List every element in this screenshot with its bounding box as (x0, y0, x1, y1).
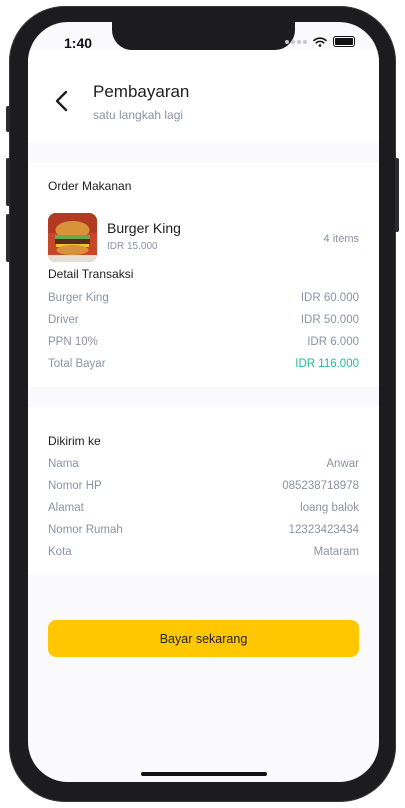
signal-icon (285, 39, 307, 44)
transaction-row: Burger King IDR 60.000 (48, 292, 359, 304)
page-title: Pembayaran (93, 82, 190, 101)
app-screen: 1:40 Pembayaran satu langkah lagi Order … (28, 22, 379, 782)
row-label: Kota (48, 546, 72, 558)
home-indicator[interactable] (141, 772, 267, 776)
delivery-card: Dikirim ke Nama Anwar Nomor HP 085238718… (28, 407, 379, 575)
row-label: Alamat (48, 502, 84, 514)
total-row: Total Bayar IDR 116.000 (48, 358, 359, 370)
food-name: Burger King (107, 220, 181, 236)
row-label: Nomor HP (48, 480, 102, 492)
row-label: Driver (48, 314, 79, 326)
total-value: IDR 116.000 (295, 358, 359, 370)
row-label: PPN 10% (48, 336, 98, 348)
transaction-row: Driver IDR 50.000 (48, 314, 359, 326)
page-header: Pembayaran satu langkah lagi (28, 50, 379, 143)
delivery-row: Nomor Rumah 12323423434 (48, 524, 359, 536)
battery-icon (333, 36, 355, 47)
order-card: Order Makanan Burger King IDR 15.000 4 i… (28, 163, 379, 387)
wifi-icon (313, 36, 327, 47)
volume-up-button (6, 158, 10, 206)
row-label: Nomor Rumah (48, 524, 123, 536)
power-button (395, 158, 399, 232)
row-label: Nama (48, 458, 79, 470)
transaction-section-label: Detail Transaksi (48, 267, 134, 281)
delivery-section-label: Dikirim ke (48, 434, 101, 448)
row-value: 12323423434 (288, 524, 359, 536)
delivery-row: Nama Anwar (48, 458, 359, 470)
row-value: Mataram (313, 546, 359, 558)
row-label: Burger King (48, 292, 109, 304)
volume-down-button (6, 214, 10, 262)
mute-switch (6, 106, 10, 132)
delivery-row: Nomor HP 085238718978 (48, 480, 359, 492)
row-value: loang balok (300, 502, 359, 514)
notch (112, 22, 295, 50)
burger-image (48, 213, 97, 262)
food-count: 4 items (323, 233, 359, 245)
order-section-label: Order Makanan (48, 179, 132, 193)
row-value: Anwar (326, 458, 359, 470)
back-arrow-icon[interactable] (52, 90, 72, 112)
status-time: 1:40 (64, 35, 93, 51)
row-value: 085238718978 (282, 480, 359, 492)
pay-now-button[interactable]: Bayar sekarang (48, 620, 359, 657)
transaction-row: PPN 10% IDR 6.000 (48, 336, 359, 348)
page-subtitle: satu langkah lagi (93, 108, 184, 122)
delivery-row: Kota Mataram (48, 546, 359, 558)
food-price: IDR 15.000 (107, 241, 158, 252)
status-icons (285, 36, 355, 47)
row-value: IDR 50.000 (300, 314, 359, 326)
total-label: Total Bayar (48, 358, 106, 370)
delivery-row: Alamat loang balok (48, 502, 359, 514)
row-value: IDR 60.000 (300, 292, 359, 304)
row-value: IDR 6.000 (307, 336, 359, 348)
